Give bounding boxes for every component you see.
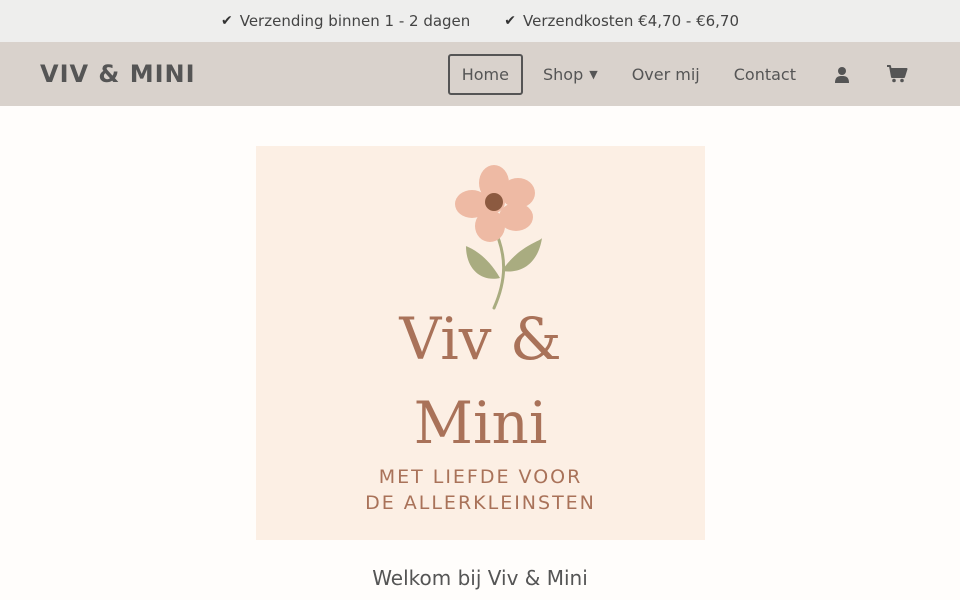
- flower-illustration: [455, 165, 542, 310]
- caret-down-icon: ▼: [589, 67, 598, 81]
- shipping-time-notice: ✔ Verzending binnen 1 - 2 dagen: [221, 12, 470, 30]
- site-logo[interactable]: VIV & MINI: [40, 60, 196, 88]
- logo-title-line1: Viv &: [399, 305, 562, 373]
- main-nav: Home Shop ▼ Over mij Contact: [442, 53, 920, 95]
- nav-over-mij[interactable]: Over mij: [618, 54, 714, 95]
- logo-title-line2: Mini: [413, 389, 548, 457]
- brand-logo-image: Viv & Mini MET LIEFDE VOOR DE ALLERKLEIN…: [256, 146, 705, 540]
- cart-icon[interactable]: [874, 56, 920, 92]
- nav-contact-label: Contact: [733, 64, 796, 84]
- shipping-time-text: Verzending binnen 1 - 2 dagen: [239, 12, 471, 30]
- nav-shop-label: Shop: [542, 64, 584, 84]
- user-icon[interactable]: [822, 57, 862, 92]
- nav-home-label: Home: [461, 64, 509, 84]
- nav-shop[interactable]: Shop ▼: [529, 54, 612, 95]
- check-icon: ✔: [220, 13, 233, 29]
- nav-contact[interactable]: Contact: [720, 54, 810, 95]
- nav-home[interactable]: Home: [447, 53, 523, 95]
- nav-over-mij-label: Over mij: [631, 64, 700, 84]
- shipping-cost-text: Verzendkosten €4,70 - €6,70: [523, 12, 740, 30]
- announcement-bar: ✔ Verzending binnen 1 - 2 dagen ✔ Verzen…: [0, 0, 960, 42]
- logo-tagline-line2: DE ALLERKLEINSTEN: [365, 492, 596, 514]
- main-content: Viv & Mini MET LIEFDE VOOR DE ALLERKLEIN…: [0, 106, 960, 600]
- welcome-heading: Welkom bij Viv & Mini: [372, 566, 588, 590]
- check-icon: ✔: [504, 13, 517, 29]
- logo-tagline-line1: MET LIEFDE VOOR: [378, 466, 583, 488]
- site-header: VIV & MINI Home Shop ▼ Over mij Contact: [0, 42, 960, 106]
- shipping-cost-notice: ✔ Verzendkosten €4,70 - €6,70: [504, 12, 739, 30]
